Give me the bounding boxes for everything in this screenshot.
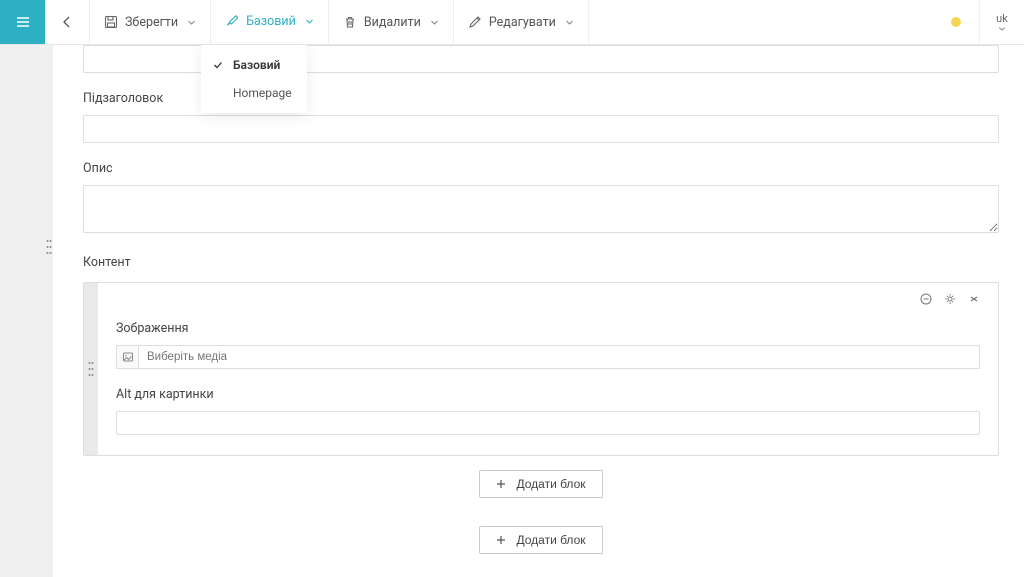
- drag-handle-icon: [88, 360, 94, 378]
- chevron-down-icon: [565, 18, 574, 27]
- plus-icon: [496, 535, 506, 545]
- basic-button[interactable]: Базовий: [211, 0, 329, 44]
- alt-input[interactable]: [116, 411, 980, 435]
- media-input[interactable]: [138, 345, 980, 369]
- add-block-label: Додати блок: [516, 533, 585, 547]
- trash-icon: [343, 15, 357, 29]
- alt-label: Alt для картинки: [116, 387, 980, 402]
- content-label: Контент: [83, 255, 999, 270]
- block-drag-handle[interactable]: [84, 283, 98, 455]
- block-actions: [920, 293, 980, 305]
- chevron-left-icon: [60, 15, 74, 29]
- hamburger-icon: [15, 14, 31, 30]
- block-remove-button[interactable]: [920, 293, 932, 305]
- chevron-down-icon: [305, 17, 314, 26]
- delete-label: Видалити: [364, 15, 421, 30]
- drag-handle-icon: [46, 238, 52, 256]
- edit-button[interactable]: Редагувати: [454, 0, 589, 44]
- description-label: Опис: [83, 161, 999, 176]
- menu-button[interactable]: [0, 0, 45, 44]
- basic-dropdown: Базовий Homepage: [201, 45, 307, 113]
- save-button[interactable]: Зберегти: [90, 0, 211, 44]
- form-panel: Підзаголовок Опис Контент: [53, 45, 1024, 577]
- block-collapse-button[interactable]: [968, 293, 980, 305]
- dropdown-item-homepage[interactable]: Homepage: [201, 79, 307, 107]
- topbar: Зберегти Базовий Видалити Редагувати uk: [0, 0, 1024, 45]
- chevron-down-icon: [430, 18, 439, 27]
- dropdown-item-basic[interactable]: Базовий: [201, 51, 307, 79]
- brush-icon: [225, 14, 239, 28]
- image-label: Зображення: [116, 321, 980, 336]
- dropdown-item-label: Базовий: [233, 58, 280, 72]
- panel-drag-handle[interactable]: [45, 235, 53, 259]
- toolbar-spacer: [589, 0, 951, 44]
- back-button[interactable]: [45, 0, 90, 44]
- collapse-icon: [968, 293, 980, 305]
- image-icon: [122, 351, 134, 363]
- locale-switcher[interactable]: uk: [979, 0, 1024, 44]
- chevron-down-icon: [998, 26, 1006, 32]
- page-container: Підзаголовок Опис Контент: [45, 0, 1024, 577]
- add-block-label: Додати блок: [516, 477, 585, 491]
- block-settings-button[interactable]: [944, 293, 956, 305]
- basic-label: Базовий: [246, 14, 296, 29]
- dropdown-item-label: Homepage: [233, 86, 292, 100]
- chevron-down-icon: [187, 18, 196, 27]
- description-input[interactable]: [83, 185, 999, 233]
- add-block-button-outer[interactable]: Додати блок: [479, 526, 602, 554]
- plus-icon: [496, 479, 506, 489]
- media-picker-button[interactable]: [116, 345, 138, 369]
- delete-button[interactable]: Видалити: [329, 0, 454, 44]
- add-block-button-inner[interactable]: Додати блок: [479, 470, 602, 498]
- minus-circle-icon: [920, 293, 932, 305]
- save-icon: [104, 15, 118, 29]
- pencil-icon: [468, 15, 482, 29]
- check-icon: [213, 60, 223, 70]
- status-indicator: [951, 17, 961, 27]
- gear-icon: [944, 293, 956, 305]
- locale-label: uk: [996, 12, 1008, 25]
- subtitle-input[interactable]: [83, 115, 999, 143]
- content-block: Зображення Alt для картинки: [83, 282, 999, 456]
- save-label: Зберегти: [125, 15, 178, 30]
- edit-label: Редагувати: [489, 15, 556, 30]
